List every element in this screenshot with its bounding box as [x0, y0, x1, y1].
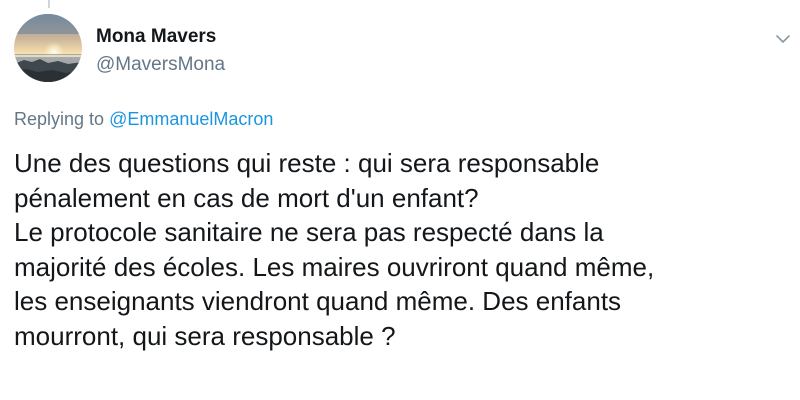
tweet-line: Le protocole sanitaire ne sera pas respe… — [14, 217, 604, 247]
author-handle[interactable]: @MaversMona — [96, 54, 225, 76]
replying-to: Replying to @EmmanuelMacron — [14, 109, 273, 130]
tweet-text: Une des questions qui reste : qui sera r… — [14, 146, 784, 353]
replying-to-label: Replying to — [14, 109, 105, 129]
tweet-line: Une des questions qui reste : qui sera r… — [14, 148, 600, 178]
avatar[interactable] — [14, 14, 82, 82]
author-display-name[interactable]: Mona Mavers — [96, 26, 216, 48]
avatar-image — [14, 14, 82, 82]
tweet-line: majorité des écoles. Les maires ouvriron… — [14, 251, 655, 282]
tweet-line: les enseignants viendront quand même. De… — [14, 286, 622, 316]
tweet-line: pénalement en cas de mort d'un enfant? — [14, 182, 479, 213]
mention-link[interactable]: @EmmanuelMacron — [109, 109, 273, 129]
chevron-down-icon[interactable] — [772, 28, 794, 50]
tweet-line: mourront, qui sera responsable ? — [14, 320, 396, 351]
thread-connector-line — [48, 0, 50, 8]
